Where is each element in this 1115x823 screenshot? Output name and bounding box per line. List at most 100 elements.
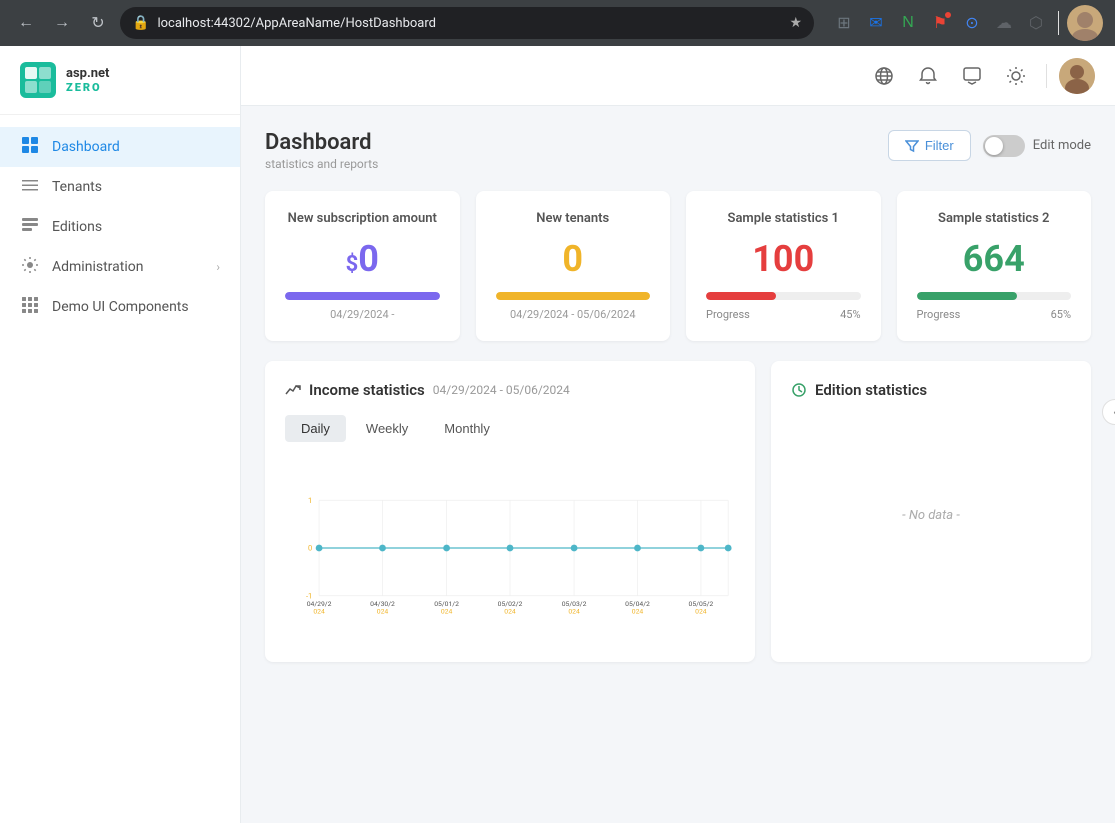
stat-bar	[496, 292, 651, 300]
logo-icon	[20, 62, 56, 98]
stat-card-tenants: New tenants 0 04/29/2024 - 05/06/2024	[476, 191, 671, 341]
chart-title: Income statistics	[309, 381, 425, 399]
stat-value: 664	[917, 238, 1072, 280]
income-chart-card: Income statistics 04/29/2024 - 05/06/202…	[265, 361, 755, 662]
svg-text:024: 024	[568, 607, 580, 615]
stat-date: 04/29/2024 - 05/06/2024	[496, 308, 651, 321]
browser-chrome: ← → ↻ 🔒 localhost:44302/AppAreaName/Host…	[0, 0, 1115, 46]
language-icon[interactable]	[866, 58, 902, 94]
dashboard-icon	[20, 137, 40, 157]
svg-text:05/05/2: 05/05/2	[689, 600, 714, 608]
stat-progress-row: Progress 45%	[706, 308, 861, 321]
back-button[interactable]: ←	[12, 9, 40, 37]
extension-2[interactable]: ✉	[862, 9, 890, 37]
tab-monthly[interactable]: Monthly	[428, 415, 506, 442]
chevron-down-icon: ›	[216, 260, 220, 274]
extension-6[interactable]: ☁	[990, 9, 1018, 37]
edition-chart-title: Edition statistics	[815, 381, 927, 399]
sidebar-item-label: Administration	[52, 259, 143, 275]
svg-text:05/02/2: 05/02/2	[498, 600, 523, 608]
sidebar-item-label: Demo UI Components	[52, 299, 189, 315]
right-panel: Dashboard statistics and reports Filter …	[241, 46, 1115, 823]
sidebar-item-demo-ui[interactable]: Demo UI Components	[0, 287, 240, 327]
app-layout: asp.net ZERO Dashboard Tenants	[0, 46, 1115, 823]
page-header: Dashboard statistics and reports Filter …	[265, 130, 1091, 171]
refresh-button[interactable]: ↻	[84, 9, 112, 37]
svg-text:1: 1	[308, 496, 312, 505]
stat-bar-container	[917, 292, 1072, 300]
progress-pct: 65%	[1051, 308, 1071, 321]
notifications-icon[interactable]	[910, 58, 946, 94]
stat-bar-container	[285, 292, 440, 300]
demo-ui-icon	[20, 297, 40, 317]
main-content: Dashboard statistics and reports Filter …	[241, 106, 1115, 823]
dollar-prefix: $	[346, 252, 359, 277]
stat-progress-row: Progress 65%	[917, 308, 1072, 321]
svg-text:-1: -1	[306, 591, 312, 600]
page-title-block: Dashboard statistics and reports	[265, 130, 378, 171]
stat-bar	[285, 292, 440, 300]
stat-bar-container	[706, 292, 861, 300]
sidebar-item-dashboard[interactable]: Dashboard	[0, 127, 240, 167]
stat-label: New subscription amount	[285, 211, 440, 226]
filter-button[interactable]: Filter	[888, 130, 971, 161]
browser-profile-avatar[interactable]	[1067, 5, 1103, 41]
sidebar-item-label: Editions	[52, 219, 102, 235]
user-avatar[interactable]	[1059, 58, 1095, 94]
tab-daily[interactable]: Daily	[285, 415, 346, 442]
stat-value: $0	[285, 238, 440, 280]
svg-text:024: 024	[632, 607, 644, 615]
address-bar[interactable]: 🔒 localhost:44302/AppAreaName/HostDashbo…	[120, 7, 814, 39]
sidebar-item-administration[interactable]: Administration ›	[0, 247, 240, 287]
svg-text:04/29/2: 04/29/2	[307, 600, 332, 608]
chart-tabs: Daily Weekly Monthly	[285, 415, 735, 442]
charts-row: Income statistics 04/29/2024 - 05/06/202…	[265, 361, 1091, 662]
progress-label: Progress	[917, 308, 961, 321]
theme-icon[interactable]	[998, 58, 1034, 94]
sidebar-item-editions[interactable]: Editions	[0, 207, 240, 247]
page-title: Dashboard	[265, 130, 378, 155]
edit-mode-toggle: Edit mode	[983, 135, 1091, 157]
stat-label: New tenants	[496, 211, 651, 226]
tab-weekly[interactable]: Weekly	[350, 415, 424, 442]
top-bar	[241, 46, 1115, 106]
chart-icon	[285, 382, 301, 398]
forward-button[interactable]: →	[48, 9, 76, 37]
sidebar-item-tenants[interactable]: Tenants	[0, 167, 240, 207]
stat-number: 0	[358, 238, 379, 280]
stats-row: New subscription amount $0 04/29/2024 - …	[265, 191, 1091, 341]
svg-text:05/01/2: 05/01/2	[434, 600, 459, 608]
svg-text:024: 024	[695, 607, 707, 615]
toggle-switch[interactable]	[983, 135, 1025, 157]
svg-text:024: 024	[313, 607, 325, 615]
extension-1[interactable]: ⊞	[830, 9, 858, 37]
edit-mode-label: Edit mode	[1033, 138, 1091, 153]
sidebar: asp.net ZERO Dashboard Tenants	[0, 46, 241, 823]
stat-bar	[706, 292, 776, 300]
extension-5[interactable]: ⊙	[958, 9, 986, 37]
extension-7[interactable]: ⬡	[1022, 9, 1050, 37]
stat-value: 100	[706, 238, 861, 280]
extension-3[interactable]: N	[894, 9, 922, 37]
stat-card-sample1: Sample statistics 1 100 Progress 45%	[686, 191, 881, 341]
edition-chart-header: Edition statistics	[791, 381, 1071, 399]
svg-text:04/30/2: 04/30/2	[370, 600, 395, 608]
sidebar-logo: asp.net ZERO	[0, 46, 240, 115]
toggle-knob	[985, 137, 1003, 155]
url-text: localhost:44302/AppAreaName/HostDashboar…	[157, 16, 436, 31]
progress-pct: 45%	[840, 308, 860, 321]
editions-icon	[20, 217, 40, 237]
chart-date-range: 04/29/2024 - 05/06/2024	[433, 383, 570, 397]
svg-text:024: 024	[377, 607, 389, 615]
sidebar-nav: Dashboard Tenants Editions Administratio…	[0, 115, 240, 823]
chat-icon[interactable]	[954, 58, 990, 94]
chart-svg-container: 1 0 -1	[285, 458, 735, 642]
edition-chart-icon	[791, 382, 807, 398]
stat-label: Sample statistics 1	[706, 211, 861, 226]
stat-value: 0	[496, 238, 651, 280]
progress-label: Progress	[706, 308, 750, 321]
stat-label: Sample statistics 2	[917, 211, 1072, 226]
extension-4[interactable]: ⚑	[926, 9, 954, 37]
stat-bar	[917, 292, 1017, 300]
no-data-label: - No data -	[791, 415, 1071, 615]
